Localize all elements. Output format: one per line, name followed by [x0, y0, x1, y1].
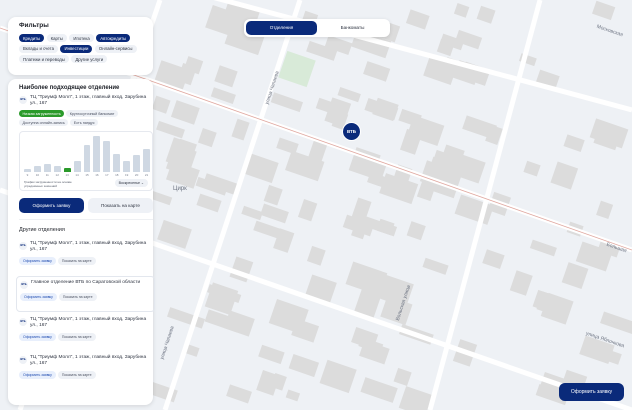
- chart-tick-label: 18: [115, 173, 119, 177]
- chart-bar: [103, 140, 111, 172]
- chart-note: График загруженности на основе усреднённ…: [24, 180, 72, 188]
- other-branch-item[interactable]: ВТБ ТЦ "Триумф Молл", 1 этаж, главный вхо…: [14, 238, 147, 274]
- vtb-logo-icon: ВТБ: [19, 318, 27, 326]
- filters-title: Фильтры: [19, 22, 49, 29]
- branches-panel: Наиболее подходящее отделение ВТБ ТЦ "Тр…: [8, 79, 155, 405]
- apply-floating-button[interactable]: Оформить заявку: [559, 383, 624, 401]
- chevron-down-icon: ⌄: [140, 180, 144, 185]
- chart-tick-label: 21: [144, 173, 149, 177]
- other-branch-item[interactable]: ВТБ ТЦ "Триумф Молл", 1 этаж, главный вхо…: [14, 352, 147, 388]
- chart-tick-label: 19: [125, 173, 129, 177]
- filter-chip[interactable]: Инвестиции: [60, 44, 93, 53]
- filter-chip[interactable]: Вклады и счета: [19, 44, 58, 53]
- divider: [19, 219, 153, 220]
- chart-tick-label: 11: [45, 173, 49, 177]
- chart-tick-label: 20: [134, 173, 139, 177]
- show-on-map-button[interactable]: Показать на карте: [88, 198, 153, 213]
- chart-tick-label: 10: [35, 173, 40, 177]
- show-on-map-button[interactable]: Показать на карте: [57, 257, 96, 265]
- tag-ramp: Есть пандус: [70, 119, 99, 126]
- apply-button[interactable]: Оформить заявку: [19, 257, 56, 265]
- view-toggle: Отделения Банкоматы: [244, 19, 390, 37]
- filter-chip[interactable]: Платежи и переводы: [19, 55, 69, 63]
- tag-atm-24h: Круглосуточный банкомат: [66, 110, 118, 117]
- chart-tick-label: 13: [65, 173, 69, 177]
- other-branch-item[interactable]: ВТБ ТЦ "Триумф Молл", 1 этаж, главный вхо…: [14, 314, 147, 350]
- other-branches-title: Другие отделения: [19, 227, 65, 233]
- chart-bar: [63, 168, 71, 172]
- filter-chip[interactable]: Кредиты: [19, 34, 45, 42]
- chart-bar: [73, 161, 81, 172]
- chart-bar: [33, 166, 41, 172]
- other-branch-item[interactable]: ВТБ Главное отделение ВТБ по Саратовской …: [16, 276, 155, 312]
- filter-chip[interactable]: Другие услуги: [71, 55, 108, 63]
- chart-tick-label: 17: [105, 173, 109, 177]
- branch-address: ТЦ "Триумф Молл", 1 этаж, главный вход, …: [30, 355, 147, 366]
- tag-online-booking: Доступна онлайн-запись: [19, 119, 69, 126]
- load-chart: 9 10 11 12 13 14 15 16 17 18 19 20 21 График загруже…: [19, 131, 153, 191]
- tab-branches[interactable]: Отделения: [246, 21, 317, 35]
- chart-bar: [123, 161, 131, 172]
- branch-address: ТЦ "Триумф Молл", 1 этаж, главный вход, …: [30, 95, 147, 106]
- apply-button[interactable]: Оформить заявку: [20, 293, 57, 301]
- chart-bar: [43, 163, 51, 172]
- chart-tick-label: 14: [75, 173, 79, 177]
- filters-panel: Фильтры Кредиты Карты Ипотека Автокредиты Вк…: [8, 17, 153, 75]
- chart-bar: [24, 169, 31, 172]
- best-branch-title: Наиболее подходящее отделение: [19, 85, 120, 91]
- apply-button[interactable]: Оформить заявку: [19, 333, 56, 341]
- apply-button[interactable]: Оформить заявку: [19, 371, 56, 379]
- vtb-logo-icon: ВТБ: [19, 96, 27, 104]
- chart-bar: [83, 145, 91, 172]
- show-on-map-button[interactable]: Показать на карте: [57, 371, 96, 379]
- chart-tick-label: 15: [85, 173, 89, 177]
- chart-bar: [133, 155, 141, 172]
- day-select[interactable]: Воскресенье ⌄: [114, 179, 148, 187]
- chart-bar: [93, 136, 101, 172]
- vtb-logo-icon: ВТБ: [19, 356, 27, 364]
- chart-tick-label: 9: [26, 173, 29, 177]
- branch-address: ТЦ "Триумф Молл", 1 этаж, главный вход, …: [30, 317, 147, 328]
- filter-chip[interactable]: Карты: [46, 34, 67, 42]
- vtb-logo-icon: ВТБ: [19, 242, 27, 250]
- vtb-logo-icon: ВТБ: [20, 281, 28, 289]
- chart-tick-label: 16: [95, 173, 99, 177]
- filter-chip[interactable]: Онлайн-сервисы: [94, 44, 137, 53]
- chart-bar: [143, 148, 150, 172]
- chart-tick-label: 12: [55, 173, 59, 177]
- tab-atms[interactable]: Банкоматы: [317, 21, 388, 35]
- map-label-circus: Цирк: [173, 186, 187, 192]
- filter-chip[interactable]: Ипотека: [69, 34, 94, 42]
- branch-address: Главное отделение ВТБ по Саратовской обл…: [31, 280, 141, 285]
- best-branch: ВТБ ТЦ "Триумф Молл", 1 этаж, главный вх…: [14, 95, 147, 107]
- filter-chip[interactable]: Автокредиты: [96, 34, 131, 42]
- chart-bar: [113, 154, 121, 172]
- show-on-map-button[interactable]: Показать на карте: [57, 333, 96, 341]
- apply-button[interactable]: Оформить заявку: [19, 198, 84, 213]
- branch-address: ТЦ "Триумф Молл", 1 этаж, главный вход, …: [30, 241, 147, 252]
- show-on-map-button[interactable]: Показать на карте: [58, 293, 97, 301]
- chart-bar: [53, 165, 61, 172]
- branch-map-marker[interactable]: ВТБ: [342, 122, 361, 141]
- tag-low-load: Низкая загруженность: [19, 110, 65, 117]
- day-select-value: Воскресенье: [118, 180, 140, 185]
